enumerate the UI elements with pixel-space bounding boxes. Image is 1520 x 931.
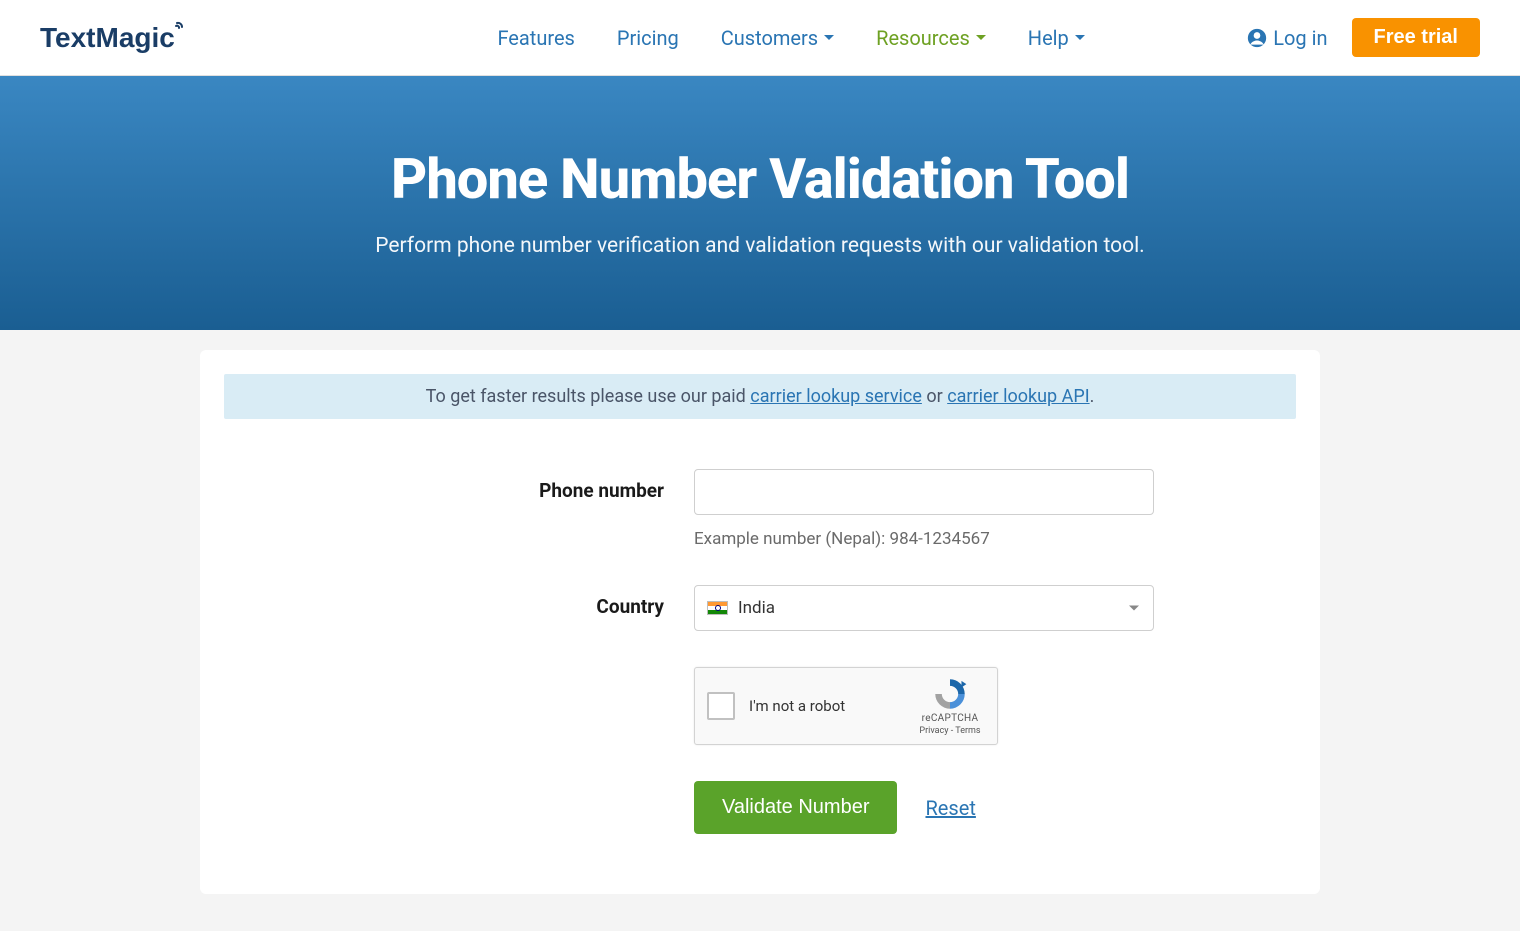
form-card: To get faster results please use our pai…: [200, 350, 1320, 894]
nav-customers[interactable]: Customers: [721, 26, 834, 50]
nav-right: Log in Free trial: [1247, 18, 1480, 57]
flag-india-icon: [707, 601, 728, 615]
recaptcha-checkbox[interactable]: [707, 692, 735, 720]
country-control-wrap: India: [694, 585, 1154, 631]
info-banner: To get faster results please use our pai…: [224, 374, 1296, 419]
recaptcha-label: I'm not a robot: [749, 697, 845, 715]
textmagic-logo-icon: TextMagic: [40, 21, 195, 55]
page-title: Phone Number Validation Tool: [20, 146, 1500, 212]
login-label: Log in: [1273, 26, 1327, 50]
free-trial-button[interactable]: Free trial: [1352, 18, 1480, 57]
phone-input[interactable]: [694, 469, 1154, 515]
brand-logo[interactable]: TextMagic: [40, 21, 195, 55]
info-suffix: .: [1090, 386, 1095, 407]
recaptcha-brand-name: reCAPTCHA: [915, 713, 985, 724]
nav-customers-label: Customers: [721, 26, 818, 50]
chevron-down-icon: [1129, 606, 1139, 611]
phone-label: Phone number: [224, 469, 694, 502]
nav-pricing[interactable]: Pricing: [617, 26, 679, 50]
country-select[interactable]: India: [694, 585, 1154, 631]
carrier-lookup-api-link[interactable]: carrier lookup API: [947, 386, 1089, 407]
top-nav: TextMagic Features Pricing Customers Res…: [0, 0, 1520, 76]
recaptcha-privacy-terms[interactable]: Privacy - Terms: [915, 726, 985, 736]
recaptcha-widget: I'm not a robot reCAPTCHA Privacy - Term…: [694, 667, 998, 745]
nav-resources-label: Resources: [876, 26, 970, 50]
country-label: Country: [224, 585, 694, 618]
login-link[interactable]: Log in: [1247, 26, 1327, 50]
hero: Phone Number Validation Tool Perform pho…: [0, 76, 1520, 330]
buttons-row: Validate Number Reset: [224, 781, 1296, 834]
nav-help-label: Help: [1028, 26, 1069, 50]
chevron-down-icon: [1075, 35, 1085, 40]
validate-button[interactable]: Validate Number: [694, 781, 897, 834]
nav-features[interactable]: Features: [497, 26, 574, 50]
user-icon: [1247, 28, 1267, 48]
content-wrapper: To get faster results please use our pai…: [180, 350, 1340, 894]
nav-resources[interactable]: Resources: [876, 26, 986, 50]
country-row: Country India: [224, 585, 1296, 631]
recaptcha-row: I'm not a robot reCAPTCHA Privacy - Term…: [224, 667, 1296, 745]
page-subtitle: Perform phone number verification and va…: [20, 234, 1500, 258]
recaptcha-icon: [932, 676, 968, 712]
country-value: India: [738, 598, 775, 618]
reset-link[interactable]: Reset: [925, 796, 975, 820]
recaptcha-brand: reCAPTCHA Privacy - Terms: [915, 676, 985, 736]
nav-help[interactable]: Help: [1028, 26, 1085, 50]
carrier-lookup-service-link[interactable]: carrier lookup service: [750, 386, 922, 407]
svg-text:TextMagic: TextMagic: [40, 22, 175, 53]
chevron-down-icon: [976, 35, 986, 40]
phone-row: Phone number Example number (Nepal): 984…: [224, 469, 1296, 549]
info-middle: or: [922, 386, 947, 407]
spacer: [224, 667, 694, 745]
info-prefix: To get faster results please use our pai…: [426, 386, 751, 407]
phone-hint: Example number (Nepal): 984-1234567: [694, 529, 1154, 549]
chevron-down-icon: [824, 35, 834, 40]
phone-control-wrap: Example number (Nepal): 984-1234567: [694, 469, 1154, 549]
nav-menu: Features Pricing Customers Resources Hel…: [497, 26, 1084, 50]
